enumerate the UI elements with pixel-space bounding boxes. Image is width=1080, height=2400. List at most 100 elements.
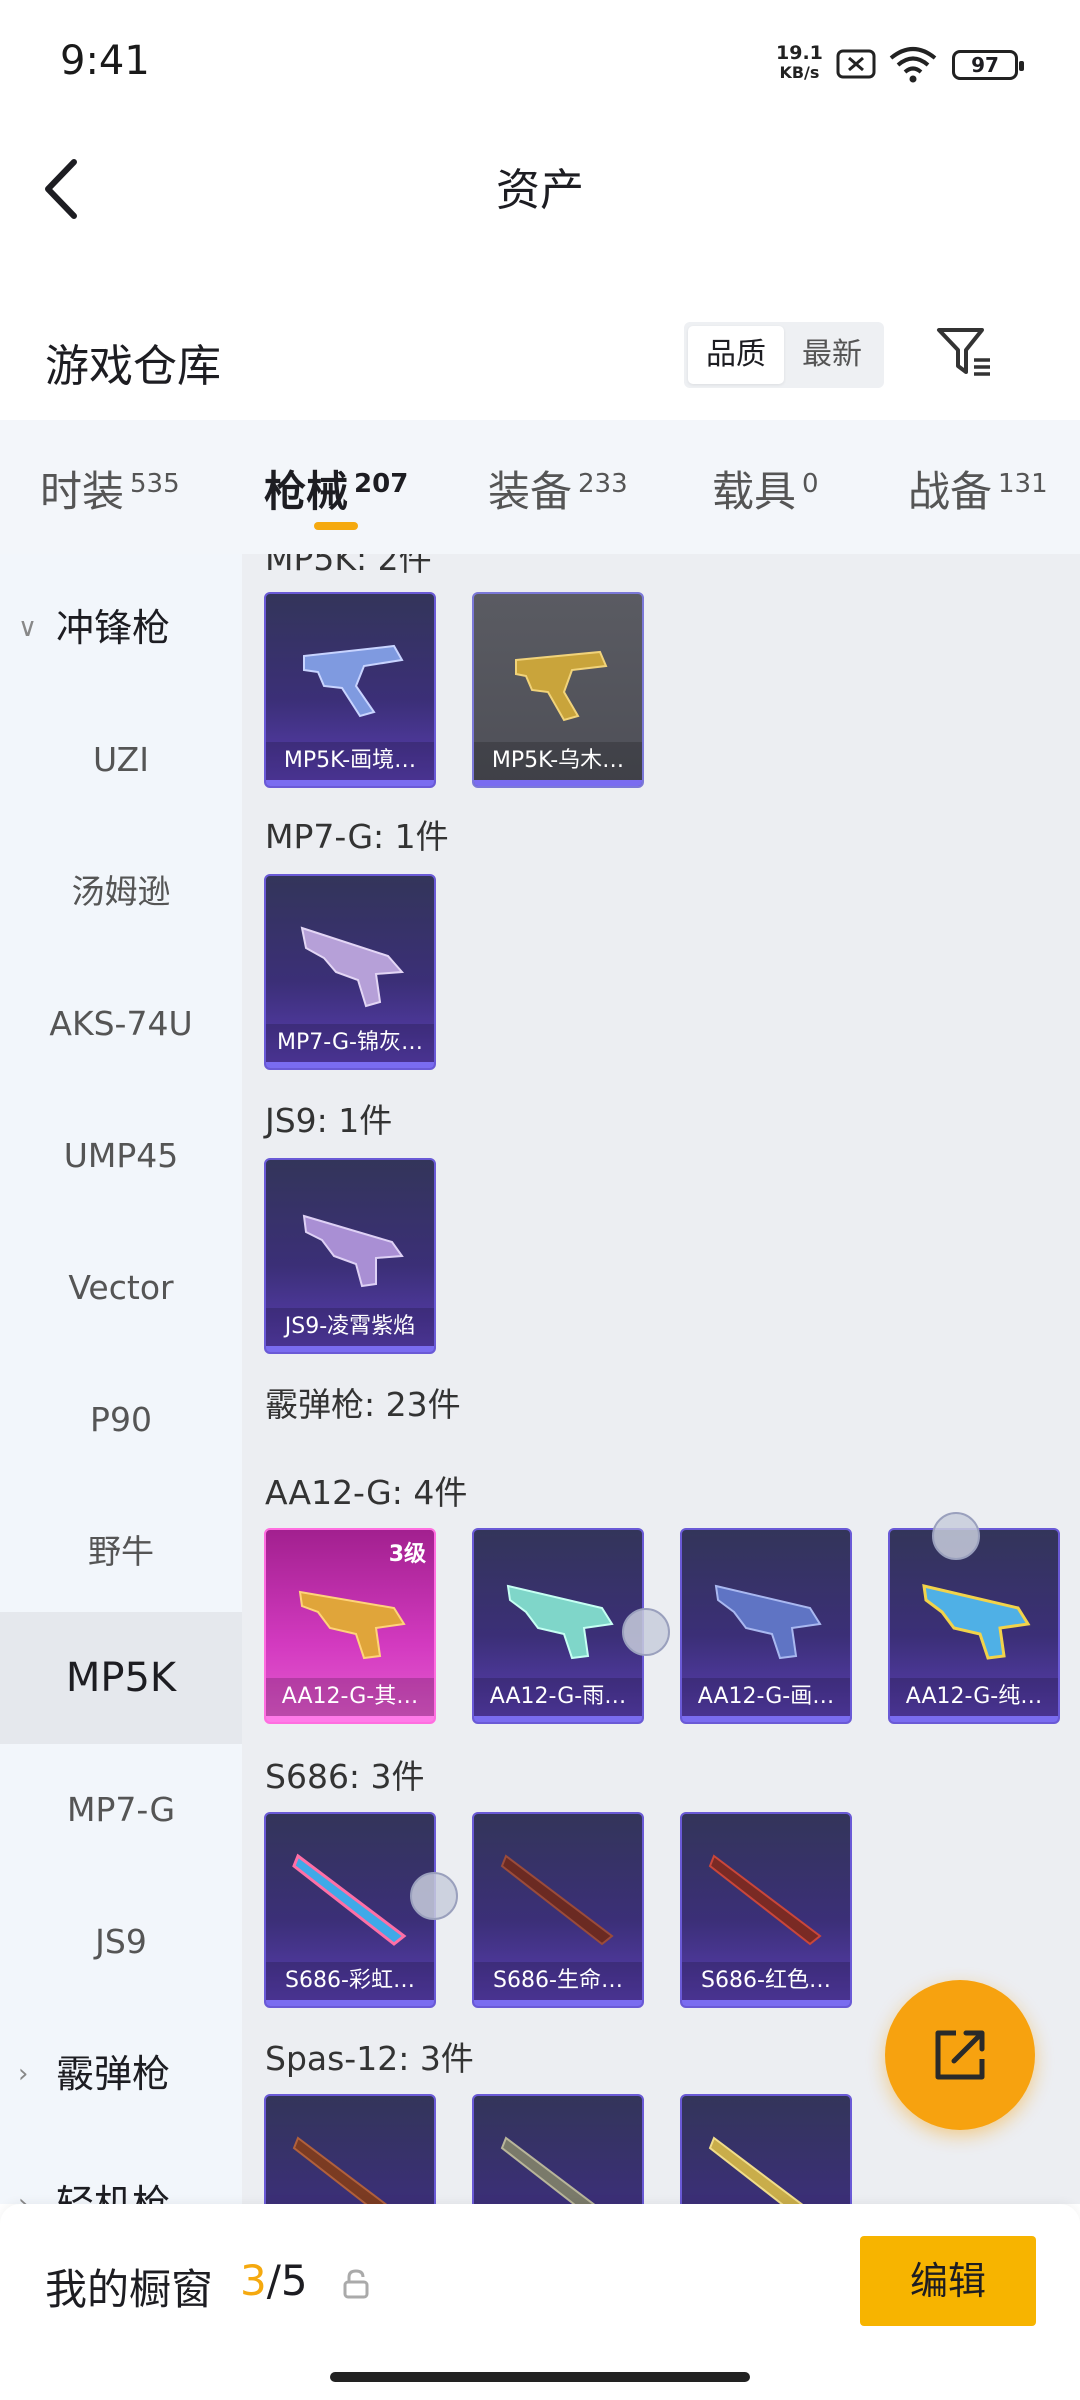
showcase-label: 我的橱窗 bbox=[45, 2265, 214, 2314]
weapon-card-label: AA12-G-画… bbox=[682, 1678, 850, 1716]
weapon-card[interactable]: MP5K-乌木… bbox=[472, 592, 644, 788]
weapon-card-label: S686-生命… bbox=[474, 1962, 642, 2000]
network-speed-value: 19.1 bbox=[776, 42, 823, 64]
share-fab-button[interactable] bbox=[885, 1980, 1035, 2130]
tab-label: 装备 bbox=[488, 467, 573, 516]
sidebar-group-lmg[interactable]: › 轻机枪 bbox=[0, 2138, 242, 2204]
tab-count: 131 bbox=[998, 469, 1048, 499]
sidebar-group-label: 冲锋枪 bbox=[56, 606, 171, 650]
sort-option-quality[interactable]: 品质 bbox=[688, 326, 784, 384]
weapon-card[interactable]: S686-红色… bbox=[680, 1812, 852, 2008]
sidebar-item-mp7g[interactable]: MP7-G bbox=[0, 1744, 242, 1876]
weapon-card[interactable] bbox=[472, 2094, 644, 2204]
shotgun-skin-icon bbox=[708, 1854, 822, 1946]
weapon-card[interactable]: AA12-G-纯… bbox=[888, 1528, 1060, 1724]
showcase-count: 3/5 bbox=[240, 2256, 308, 2305]
network-speed-unit: KB/s bbox=[779, 63, 820, 82]
showcase-count-total: /5 bbox=[266, 2256, 308, 2305]
weapon-card-label: S686-红色… bbox=[682, 1962, 850, 2000]
weapon-card-label: JS9-凌霄紫焰 bbox=[266, 1308, 434, 1346]
section-title-mp7g: MP7-G: 1件 bbox=[265, 817, 449, 856]
home-indicator bbox=[330, 2372, 750, 2382]
weapon-card[interactable] bbox=[680, 2094, 852, 2204]
weapon-card[interactable]: MP5K-画境… bbox=[264, 592, 436, 788]
warehouse-header: 游戏仓库 bbox=[0, 300, 1080, 420]
rarity-bar bbox=[474, 780, 642, 786]
showcase-count-current: 3 bbox=[240, 2256, 267, 2305]
weapon-grid: MP5K: 2件 MP5K-画境… MP5K-乌木… MP7-G: 1件 MP7… bbox=[242, 554, 1080, 2204]
weapon-card-label: AA12-G-纯… bbox=[890, 1678, 1058, 1716]
sidebar-item-vector[interactable]: Vector bbox=[0, 1222, 242, 1354]
tab-label: 战备 bbox=[908, 467, 993, 516]
rarity-bar bbox=[474, 1716, 642, 1722]
weapon-card[interactable]: AA12-G-雨… bbox=[472, 1528, 644, 1724]
sidebar-group-label: 霰弹枪 bbox=[56, 2052, 171, 2096]
network-speed: 19.1 KB/s bbox=[776, 42, 823, 83]
tab-vehicles[interactable]: 载具 0 bbox=[712, 458, 819, 518]
rarity-bar bbox=[266, 1062, 434, 1068]
weapon-card-label: AA12-G-其… bbox=[266, 1678, 434, 1716]
tab-count: 233 bbox=[578, 469, 628, 499]
weapon-card[interactable] bbox=[264, 2094, 436, 2204]
rarity-bar bbox=[890, 1716, 1058, 1722]
section-title-js9: JS9: 1件 bbox=[265, 1101, 393, 1140]
weapon-card[interactable]: S686-生命… bbox=[472, 1812, 644, 2008]
sidebar-item-ump45[interactable]: UMP45 bbox=[0, 1090, 242, 1222]
smg-skin-icon bbox=[302, 1214, 404, 1288]
sidebar-item-mp5k[interactable]: MP5K bbox=[0, 1612, 242, 1744]
rarity-bar bbox=[266, 780, 434, 786]
rarity-bar bbox=[266, 2000, 434, 2006]
smg-skin-icon bbox=[303, 644, 404, 718]
weapon-card[interactable]: JS9-凌霄紫焰 bbox=[264, 1158, 436, 1354]
shotgun-skin-icon bbox=[500, 1854, 614, 1946]
shotgun-skin-icon bbox=[292, 2136, 388, 2204]
tab-label: 时装 bbox=[40, 467, 125, 516]
rarity-bar bbox=[266, 1346, 434, 1352]
shotgun-skin-icon bbox=[506, 1584, 614, 1660]
shotgun-skin-icon bbox=[708, 2136, 804, 2204]
shotgun-skin-icon bbox=[714, 1584, 822, 1660]
filter-icon[interactable] bbox=[934, 322, 994, 382]
sidebar-group-shotgun[interactable]: › 霰弹枪 bbox=[0, 2008, 242, 2140]
tab-firearms[interactable]: 枪械 207 bbox=[264, 458, 408, 518]
weapon-card[interactable]: AA12-G-画… bbox=[680, 1528, 852, 1724]
tab-outfits[interactable]: 时装 535 bbox=[40, 458, 180, 518]
tab-supplies[interactable]: 战备 131 bbox=[908, 458, 1048, 518]
tab-count: 0 bbox=[802, 469, 819, 499]
weapon-card[interactable]: MP7-G-锦灰… bbox=[264, 874, 436, 1070]
rarity-bar bbox=[266, 1716, 434, 1722]
sidebar-item-uzi[interactable]: UZI bbox=[0, 694, 242, 826]
page-title: 资产 bbox=[496, 165, 584, 216]
touch-indicator bbox=[410, 1872, 458, 1920]
sidebar-group-label: 轻机枪 bbox=[56, 2182, 171, 2204]
sort-option-newest[interactable]: 最新 bbox=[784, 322, 880, 388]
battery-indicator: 97 bbox=[952, 50, 1024, 80]
weapon-sidebar: ∨ 冲锋枪 UZI 汤姆逊 AKS-74U UMP45 Vector P90 野… bbox=[0, 554, 242, 2204]
sidebar-group-smg[interactable]: ∨ 冲锋枪 bbox=[0, 562, 242, 694]
sidebar-item-thompson[interactable]: 汤姆逊 bbox=[0, 826, 242, 958]
weapon-card[interactable]: S686-彩虹… bbox=[264, 1812, 436, 2008]
top-nav: 资产 bbox=[0, 130, 1080, 250]
weapon-card-label: AA12-G-雨… bbox=[474, 1678, 642, 1716]
section-title-s686: S686: 3件 bbox=[265, 1757, 425, 1796]
chevron-right-icon: › bbox=[18, 2189, 29, 2204]
tab-equipment[interactable]: 装备 233 bbox=[488, 458, 628, 518]
tab-count: 535 bbox=[130, 469, 180, 499]
warehouse-label: 游戏仓库 bbox=[45, 341, 221, 392]
tab-label: 枪械 bbox=[264, 467, 349, 516]
sort-toggle: 品质 最新 bbox=[684, 322, 884, 388]
sidebar-item-aks74u[interactable]: AKS-74U bbox=[0, 958, 242, 1090]
sidebar-item-p90[interactable]: P90 bbox=[0, 1354, 242, 1486]
shotgun-skin-icon bbox=[292, 1853, 407, 1946]
sidebar-item-bizon[interactable]: 野牛 bbox=[0, 1486, 242, 1618]
chevron-right-icon: › bbox=[18, 2059, 29, 2089]
sidebar-item-js9[interactable]: JS9 bbox=[0, 1876, 242, 2008]
lock-icon bbox=[343, 2269, 369, 2299]
section-title-mp5k: MP5K: 2件 bbox=[265, 554, 432, 578]
rarity-bar bbox=[474, 2000, 642, 2006]
edit-button[interactable]: 编辑 bbox=[860, 2236, 1036, 2326]
shotgun-skin-icon bbox=[500, 2136, 596, 2204]
status-bar: 9:41 19.1 KB/s 97 bbox=[0, 0, 1080, 130]
weapon-card[interactable]: 3级 AA12-G-其… bbox=[264, 1528, 436, 1724]
active-tab-indicator bbox=[314, 522, 358, 530]
